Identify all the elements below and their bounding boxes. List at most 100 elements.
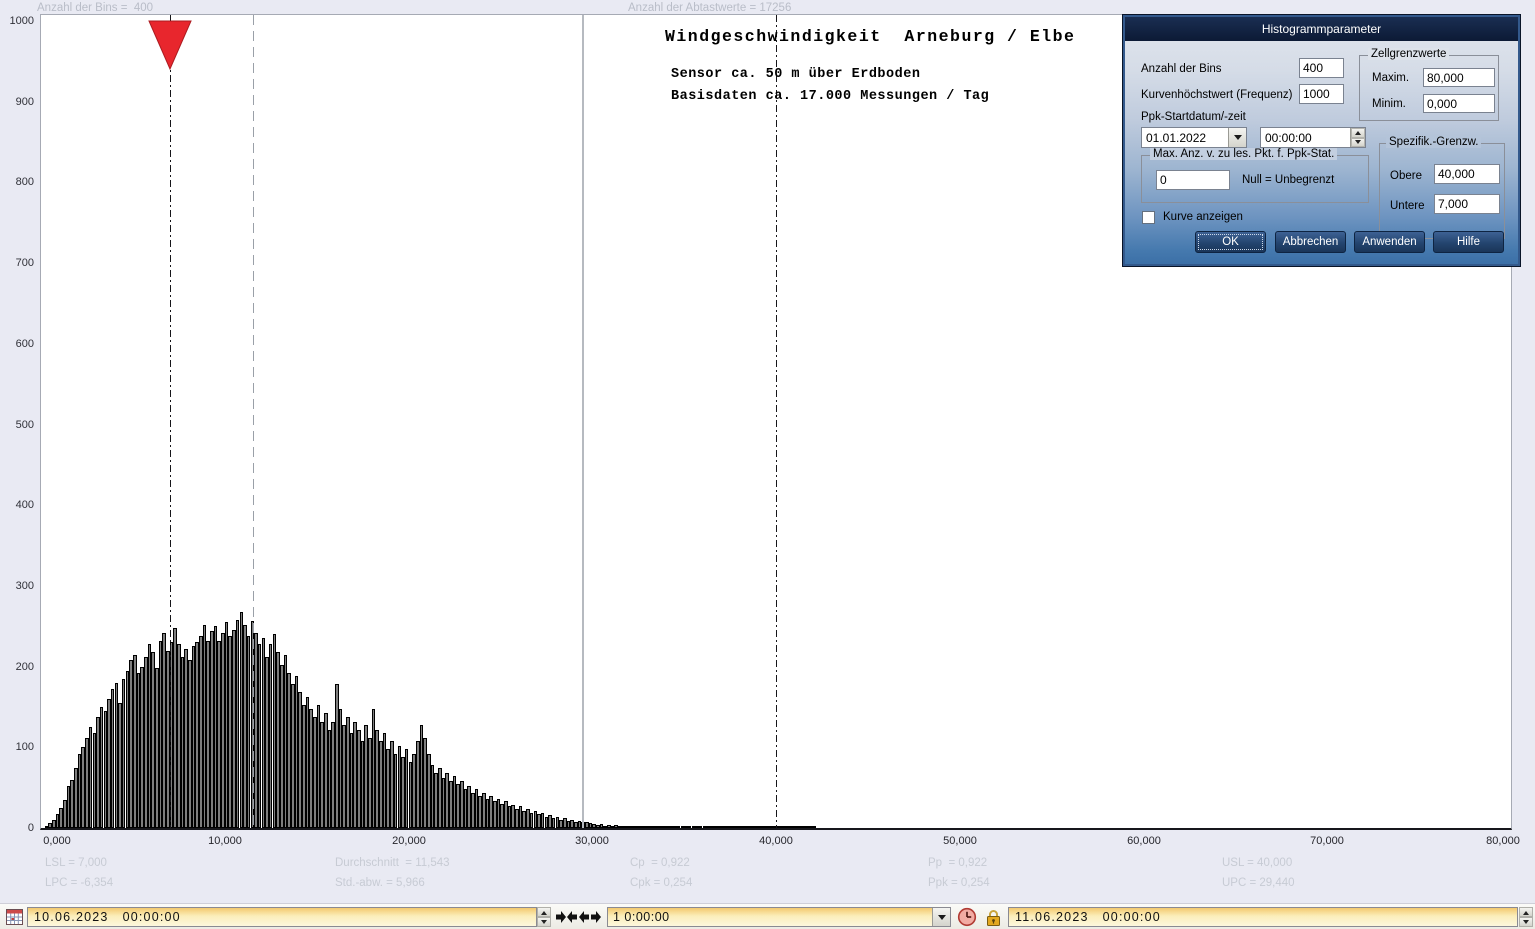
meta-samples-label: Anzahl der Abtastwerte = 17256 (628, 2, 792, 14)
arrows-inward-icon (555, 911, 577, 923)
spinner-up-icon[interactable] (537, 907, 551, 917)
bottom-toolbar: 10.06.2023 00:00:00 1 0:00:00 11.06.2023… (0, 903, 1535, 929)
upper-label: Obere (1390, 170, 1422, 182)
date-from-field[interactable]: 10.06.2023 00:00:00 (27, 907, 537, 927)
lock-icon (986, 909, 1000, 926)
spinner-down-icon[interactable] (1351, 137, 1365, 147)
curve-checkbox-label: Kurve anzeigen (1163, 211, 1243, 223)
date-to-field[interactable]: 11.06.2023 00:00:00 (1008, 907, 1518, 927)
stat-pp: Pp = 0,922 (928, 857, 988, 869)
stat-upc: UPC = 29,440 (1222, 877, 1295, 889)
ppk-time-spinner[interactable] (1350, 128, 1365, 147)
ok-button[interactable]: OK (1195, 231, 1266, 253)
interval-dropdown[interactable]: 1 0:00:00 (607, 907, 951, 927)
ppk-date-dropdown[interactable]: 01.01.2022 (1141, 127, 1247, 148)
calendar-icon (5, 909, 23, 925)
ppk-date-value: 01.01.2022 (1146, 130, 1207, 145)
max-points-hint: Null = Unbegrenzt (1242, 174, 1335, 186)
x-axis-tick-label: 50,000 (943, 835, 977, 847)
histogram-parameter-dialog: Histogrammparameter Anzahl der Bins Kurv… (1122, 14, 1521, 267)
date-from-value: 10.06.2023 00:00:00 (34, 910, 181, 924)
x-axis-tick-label: 10,000 (208, 835, 242, 847)
max-points-input[interactable] (1156, 170, 1230, 190)
bins-field-label: Anzahl der Bins (1141, 63, 1222, 75)
calendar-button[interactable] (3, 907, 25, 927)
date-to-spinner[interactable] (1519, 907, 1533, 927)
y-axis-tick-label: 200 (15, 661, 34, 673)
stat-mean: Durchschnitt = 11,543 (335, 857, 450, 869)
bins-input[interactable] (1299, 58, 1344, 78)
apply-button[interactable]: Anwenden (1354, 231, 1425, 253)
lock-button[interactable] (982, 907, 1004, 927)
stat-cp: Cp = 0,922 (630, 857, 690, 869)
x-axis: 0,000 10,000 20,000 30,000 40,000 50,000 60,00… (0, 835, 1535, 851)
interval-value: 1 0:00:00 (613, 910, 670, 924)
date-from-spinner[interactable] (537, 907, 551, 927)
x-axis-tick-label: 40,000 (759, 835, 793, 847)
min-label: Minim. (1372, 98, 1406, 110)
dropdown-arrow-icon[interactable] (932, 908, 950, 926)
x-axis-tick-label: 30,000 (575, 835, 609, 847)
stat-lpc: LPC = -6,354 (45, 877, 114, 889)
stat-ppk: Ppk = 0,254 (928, 877, 990, 889)
max-input[interactable] (1423, 68, 1495, 87)
arrows-outward-icon (579, 911, 601, 923)
y-axis-tick-label: 300 (15, 580, 34, 592)
y-axis-tick-label: 700 (15, 257, 34, 269)
cell-limits-group: Zellgrenzwerte Maxim. Minim. (1359, 48, 1499, 121)
cancel-button[interactable]: Abbrechen (1275, 231, 1346, 253)
clock-button[interactable] (956, 907, 978, 927)
clock-icon (957, 907, 977, 927)
upc-line (582, 15, 584, 828)
spinner-up-icon[interactable] (1351, 128, 1365, 138)
chart-title: Windgeschwindigkeit Arneburg / Elbe (665, 27, 1076, 46)
usl-line (776, 15, 777, 828)
y-axis-tick-label: 600 (15, 338, 34, 350)
spinner-down-icon[interactable] (537, 917, 551, 927)
meta-bins-label: Anzahl der Bins = 400 (37, 2, 154, 14)
ppk-time-value: 00:00:00 (1265, 130, 1312, 145)
dropdown-arrow-icon[interactable] (1228, 128, 1246, 147)
ppk-time-field[interactable]: 00:00:00 (1260, 127, 1366, 148)
cell-limits-group-label: Zellgrenzwerte (1368, 48, 1450, 60)
y-axis-tick-label: 100 (15, 741, 34, 753)
x-axis-tick-label: 0,000 (43, 835, 71, 847)
x-axis-tick-label: 70,000 (1310, 835, 1344, 847)
lsl-arrow-marker (147, 20, 192, 71)
mean-line (253, 15, 255, 828)
ppk-start-label: Ppk-Startdatum/-zeit (1141, 111, 1246, 123)
chart-subtitle-1: Sensor ca. 50 m über Erdboden (671, 67, 921, 82)
stat-stddev: Std.-abw. = 5,966 (335, 877, 425, 889)
help-button[interactable]: Hilfe (1433, 231, 1504, 253)
spec-limits-group: Spezifik.-Grenzw. Obere Untere (1379, 136, 1505, 239)
dialog-title-bar[interactable]: Histogrammparameter (1125, 17, 1518, 41)
max-points-group: Max. Anz. v. zu les. Pkt. f. Ppk-Stat. N… (1141, 148, 1369, 203)
date-to-value: 11.06.2023 00:00:00 (1015, 910, 1161, 924)
peak-field-label: Kurvenhöchstwert (Frequenz) (1141, 89, 1293, 101)
y-axis-tick-label: 900 (15, 96, 34, 108)
collapse-range-button[interactable] (555, 907, 577, 927)
spec-limits-group-label: Spezifik.-Grenzw. (1386, 136, 1482, 148)
lower-label: Untere (1390, 200, 1425, 212)
x-axis-tick-label: 60,000 (1127, 835, 1161, 847)
y-axis-tick-label: 0 (27, 822, 34, 834)
y-axis-tick-label: 400 (15, 499, 34, 511)
spinner-up-icon[interactable] (1519, 907, 1533, 917)
y-axis-tick-label: 1000 (9, 15, 34, 27)
y-axis-tick-label: 800 (15, 176, 34, 188)
x-axis-tick-label: 20,000 (392, 835, 426, 847)
max-label: Maxim. (1372, 72, 1410, 84)
stat-cpk: Cpk = 0,254 (630, 877, 693, 889)
peak-input[interactable] (1299, 84, 1344, 104)
lower-input[interactable] (1434, 194, 1500, 214)
min-input[interactable] (1423, 94, 1495, 113)
expand-range-button[interactable] (579, 907, 601, 927)
spinner-down-icon[interactable] (1519, 917, 1533, 927)
curve-checkbox[interactable] (1142, 211, 1155, 224)
x-axis-tick-label: 80,000 (1486, 835, 1520, 847)
app-window: Anzahl der Bins = 400 Anzahl der Abtastw… (0, 0, 1535, 929)
chart-subtitle-2: Basisdaten ca. 17.000 Messungen / Tag (671, 89, 990, 104)
y-axis-tick-label: 500 (15, 419, 34, 431)
y-axis: 0 100 200 300 400 500 600 700 800 900 1000 (0, 0, 36, 860)
upper-input[interactable] (1434, 164, 1500, 184)
